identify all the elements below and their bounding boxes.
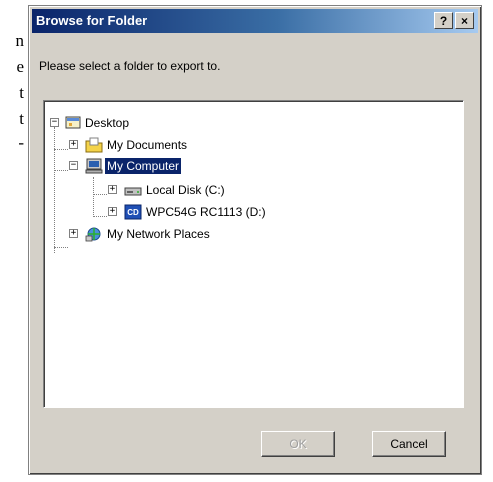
hard-drive-icon	[124, 187, 142, 196]
close-button[interactable]: ×	[455, 12, 474, 29]
browse-folder-dialog: Browse for Folder ? × Please select a fo…	[28, 5, 482, 475]
network-icon	[85, 227, 101, 242]
tree-item-label: My Documents	[107, 138, 188, 152]
background-text-line: n	[15, 31, 25, 50]
tree-item-desktop[interactable]: − Desktop	[44, 114, 244, 132]
svg-text:CD: CD	[127, 208, 139, 217]
tree-item-network-places[interactable]: + My Network Places	[44, 225, 284, 243]
tree-item-my-documents[interactable]: + My Documents	[44, 136, 264, 154]
background-text-line: -	[18, 133, 24, 152]
tree-item-my-computer[interactable]: − My Computer	[44, 157, 264, 175]
tree-item-local-disk[interactable]: + Local Disk (C:)	[44, 181, 284, 199]
background-text-line: t	[19, 109, 24, 128]
ok-button[interactable]: OK	[261, 431, 335, 457]
tree-item-label: Desktop	[85, 116, 130, 130]
collapse-icon[interactable]: −	[50, 118, 59, 127]
prompt-text: Please select a folder to export to.	[39, 59, 221, 73]
background-text-line: t	[19, 83, 24, 102]
tree-item-label: Local Disk (C:)	[146, 183, 225, 197]
tree-item-label: My Network Places	[107, 227, 210, 241]
tree-item-label: WPC54G RC1113 (D:)	[146, 205, 266, 219]
folder-icon	[85, 137, 103, 153]
computer-icon	[85, 158, 103, 174]
cancel-button[interactable]: Cancel	[372, 431, 446, 457]
expand-icon[interactable]: +	[69, 140, 78, 149]
cd-drive-icon: CD	[124, 204, 142, 220]
expand-icon[interactable]: +	[108, 185, 117, 194]
folder-tree[interactable]: − Desktop + My Documents − My Computer +…	[43, 100, 464, 408]
expand-icon[interactable]: +	[108, 207, 117, 216]
collapse-icon[interactable]: −	[69, 161, 78, 170]
dialog-title: Browse for Folder	[36, 13, 148, 28]
tree-item-label: My Computer	[105, 158, 182, 174]
background-text-line: e	[16, 57, 24, 76]
help-button[interactable]: ?	[434, 12, 453, 29]
expand-icon[interactable]: +	[69, 229, 78, 238]
title-bar[interactable]: Browse for Folder ? ×	[32, 9, 478, 33]
tree-connector	[54, 247, 68, 248]
tree-item-cd-drive[interactable]: + CD WPC54G RC1113 (D:)	[44, 203, 324, 221]
desktop-icon	[65, 116, 81, 129]
